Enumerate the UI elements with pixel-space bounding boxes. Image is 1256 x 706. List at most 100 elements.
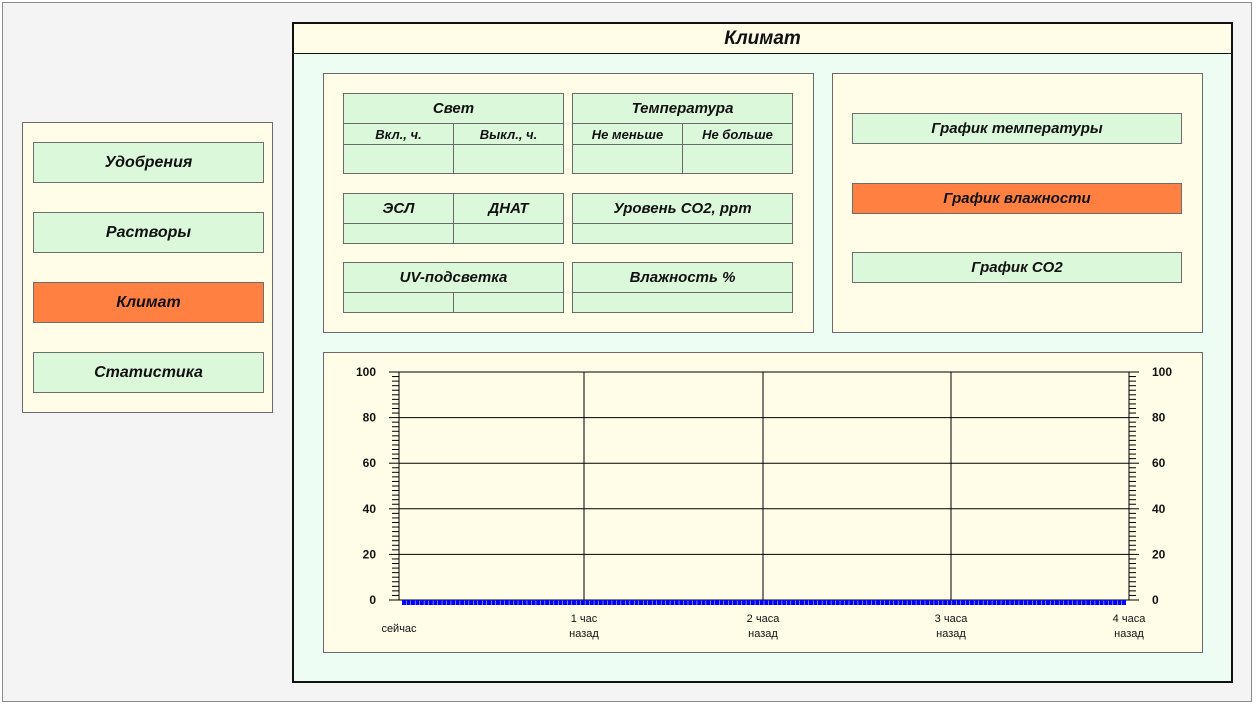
series-point bbox=[415, 600, 420, 605]
series-point bbox=[965, 600, 970, 605]
series-point bbox=[562, 600, 567, 605]
series-point bbox=[612, 600, 617, 605]
temperature-min-field[interactable] bbox=[573, 145, 682, 173]
series-point bbox=[1059, 600, 1064, 605]
series-point bbox=[549, 600, 554, 605]
series-point bbox=[961, 600, 966, 605]
y-tick-label-right: 80 bbox=[1152, 411, 1166, 425]
temperature-graph-button[interactable]: График температуры bbox=[852, 113, 1182, 144]
co2-label: Уровень CO2, ppm bbox=[613, 200, 752, 217]
y-tick-label-left: 80 bbox=[363, 411, 377, 425]
series-point bbox=[858, 600, 863, 605]
series-point bbox=[683, 600, 688, 605]
series-point bbox=[934, 600, 939, 605]
series-point bbox=[531, 600, 536, 605]
temperature-group: Температура Не меньше Не больше bbox=[572, 93, 793, 174]
series-point bbox=[580, 600, 585, 605]
series-point bbox=[706, 600, 711, 605]
series-point bbox=[1032, 600, 1037, 605]
co2-graph-button[interactable]: График CO2 bbox=[852, 252, 1182, 283]
series-point bbox=[527, 600, 532, 605]
series-point bbox=[840, 600, 845, 605]
series-point bbox=[737, 600, 742, 605]
series-point bbox=[594, 600, 599, 605]
series-point bbox=[491, 600, 496, 605]
series-point bbox=[674, 600, 679, 605]
series-point bbox=[701, 600, 706, 605]
series-point bbox=[741, 600, 746, 605]
humidity-graph-button[interactable]: График влажности bbox=[852, 183, 1182, 214]
settings-panel: Свет Вкл., ч. Выкл., ч. Температура Не м… bbox=[323, 73, 814, 333]
series-point bbox=[585, 600, 590, 605]
series-point bbox=[1113, 600, 1118, 605]
light-off-field[interactable] bbox=[454, 145, 563, 173]
series-point bbox=[1045, 600, 1050, 605]
series-point bbox=[1028, 600, 1033, 605]
series-point bbox=[1077, 600, 1082, 605]
series-point bbox=[410, 600, 415, 605]
y-tick-label-left: 100 bbox=[356, 365, 376, 379]
series-point bbox=[1090, 600, 1095, 605]
series-point bbox=[647, 600, 652, 605]
series-point bbox=[661, 600, 666, 605]
co2-field[interactable] bbox=[573, 224, 792, 243]
esl-field[interactable] bbox=[344, 224, 453, 243]
light-off-label: Выкл., ч. bbox=[479, 126, 538, 142]
series-point bbox=[759, 600, 764, 605]
series-point bbox=[746, 600, 751, 605]
series-point bbox=[446, 600, 451, 605]
series-point bbox=[983, 600, 988, 605]
light-on-label: Вкл., ч. bbox=[375, 126, 422, 142]
series-point bbox=[849, 600, 854, 605]
series-point bbox=[710, 600, 715, 605]
series-point bbox=[589, 600, 594, 605]
nav-climate-button[interactable]: Климат bbox=[33, 282, 264, 323]
series-point bbox=[603, 600, 608, 605]
series-point bbox=[567, 600, 572, 605]
series-point bbox=[665, 600, 670, 605]
series-point bbox=[715, 600, 720, 605]
series-point bbox=[992, 600, 997, 605]
nav-fertilizers-button[interactable]: Удобрения bbox=[33, 142, 264, 183]
series-point bbox=[571, 600, 576, 605]
series-point bbox=[764, 600, 769, 605]
series-point bbox=[607, 600, 612, 605]
light-on-field[interactable] bbox=[344, 145, 453, 173]
uv-field-1[interactable] bbox=[344, 293, 453, 312]
y-tick-label-right: 100 bbox=[1152, 365, 1172, 379]
series-point bbox=[419, 600, 424, 605]
series-point bbox=[656, 600, 661, 605]
series-point bbox=[880, 600, 885, 605]
temperature-max-field[interactable] bbox=[683, 145, 792, 173]
dnat-field[interactable] bbox=[454, 224, 563, 243]
series-point bbox=[911, 600, 916, 605]
series-point bbox=[630, 600, 635, 605]
series-point bbox=[867, 600, 872, 605]
series-point bbox=[723, 600, 728, 605]
humidity-field[interactable] bbox=[573, 293, 792, 312]
series-point bbox=[460, 600, 465, 605]
series-point bbox=[634, 600, 639, 605]
series-point bbox=[576, 600, 581, 605]
series-point bbox=[509, 600, 514, 605]
series-point bbox=[1019, 600, 1024, 605]
series-point bbox=[464, 600, 469, 605]
series-point bbox=[1086, 600, 1091, 605]
series-point bbox=[786, 600, 791, 605]
series-point bbox=[871, 600, 876, 605]
nav-statistics-button[interactable]: Статистика bbox=[33, 352, 264, 393]
series-point bbox=[688, 600, 693, 605]
uv-field-2[interactable] bbox=[454, 293, 563, 312]
x-tick-label: 4 часа bbox=[1113, 613, 1147, 625]
series-point bbox=[978, 600, 983, 605]
y-tick-label-left: 0 bbox=[369, 593, 376, 607]
nav-solutions-button[interactable]: Растворы bbox=[33, 212, 264, 253]
graph-select-panel: График температуры График влажности Граф… bbox=[832, 73, 1203, 333]
series-point bbox=[639, 600, 644, 605]
series-point bbox=[1108, 600, 1113, 605]
series-point bbox=[728, 600, 733, 605]
series-point bbox=[853, 600, 858, 605]
x-tick-label: 3 часа bbox=[935, 613, 969, 625]
series-point bbox=[813, 600, 818, 605]
series-point bbox=[1005, 600, 1010, 605]
